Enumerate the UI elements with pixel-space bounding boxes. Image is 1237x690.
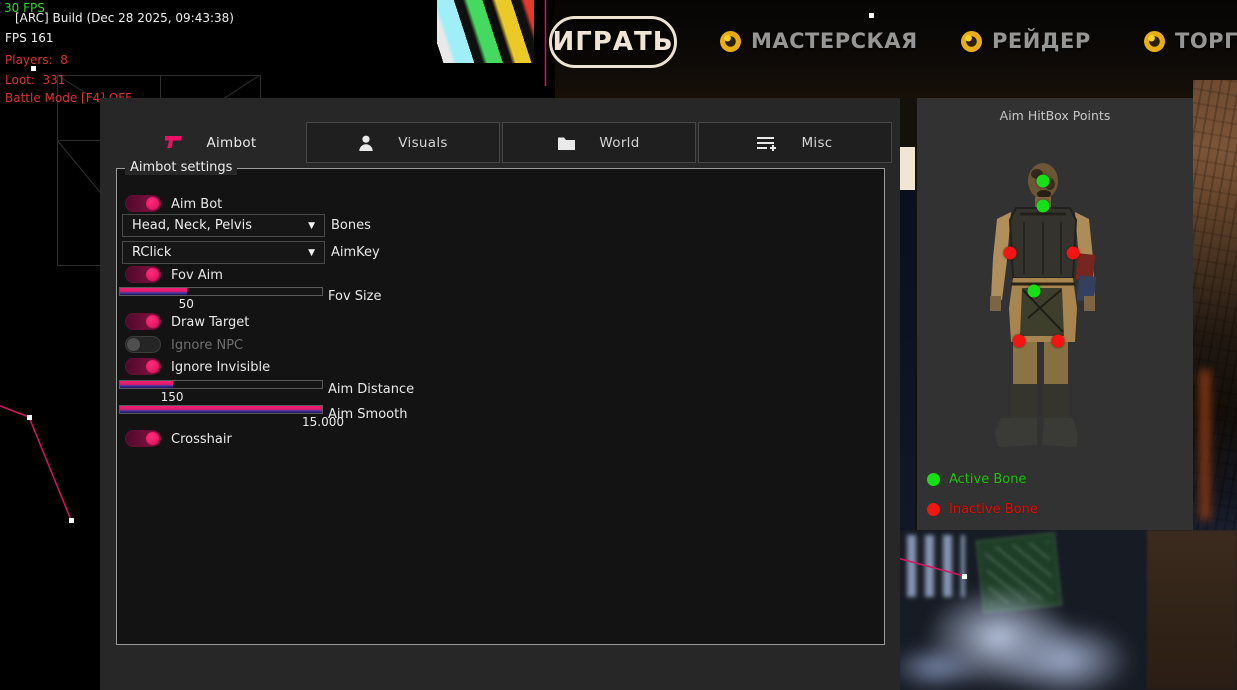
tab-world[interactable]: World bbox=[502, 122, 696, 163]
aimkey-dropdown[interactable]: RClick ▼ bbox=[122, 241, 325, 264]
person-icon bbox=[358, 135, 374, 151]
nav-item-raider[interactable]: РЕЙДЕР bbox=[961, 29, 1091, 53]
aim-smooth-label: Aim Smooth bbox=[328, 407, 407, 422]
menu-rainbow-art bbox=[437, 0, 534, 63]
play-button[interactable]: ИГРАТЬ bbox=[549, 16, 677, 68]
bone-point-right-arm[interactable] bbox=[1067, 247, 1080, 260]
cheat-menu-panel: Aimbot Visuals World Misc Aimbot setting… bbox=[100, 98, 900, 690]
nav-item-label: ТОРГО bbox=[1175, 29, 1237, 53]
hud-players: Players: 8 bbox=[5, 53, 68, 67]
coin-icon bbox=[961, 31, 982, 52]
bones-label: Bones bbox=[331, 218, 371, 233]
aim-bot-label: Aim Bot bbox=[171, 197, 222, 212]
legend-label: Inactive Bone bbox=[949, 502, 1038, 517]
aim-smooth-slider[interactable]: 15.000 bbox=[119, 405, 323, 431]
tab-label: World bbox=[599, 135, 639, 151]
ignore-invisible-label: Ignore Invisible bbox=[171, 360, 270, 375]
toggle-knob bbox=[146, 268, 159, 281]
aimkey-dropdown-value: RClick bbox=[132, 245, 171, 260]
rainbow-stripes bbox=[437, 0, 534, 63]
ignore-npc-label: Ignore NPC bbox=[171, 338, 243, 353]
crosshair-toggle[interactable] bbox=[125, 430, 161, 447]
fov-aim-label: Fov Aim bbox=[171, 268, 223, 283]
tab-label: Aimbot bbox=[206, 135, 256, 151]
nav-item-trade[interactable]: ТОРГО bbox=[1144, 29, 1237, 53]
toggle-knob bbox=[146, 315, 159, 328]
hud-build-info: [ARC] Build (Dec 28 2025, 09:43:38) bbox=[15, 11, 234, 25]
fov-size-value: 50 bbox=[179, 297, 194, 311]
folder-icon bbox=[558, 136, 575, 150]
bone-point-left-arm[interactable] bbox=[1004, 247, 1017, 260]
group-title: Aimbot settings bbox=[125, 160, 237, 175]
draw-target-toggle[interactable] bbox=[125, 313, 161, 330]
legend-inactive-bone: Inactive Bone bbox=[927, 502, 1038, 517]
toggle-knob bbox=[127, 338, 140, 351]
coin-icon bbox=[720, 31, 741, 52]
slider-track[interactable] bbox=[119, 405, 323, 414]
toggle-knob bbox=[146, 197, 159, 210]
chevron-down-icon: ▼ bbox=[308, 221, 315, 231]
draw-target-label: Draw Target bbox=[171, 315, 249, 330]
list-add-icon bbox=[757, 135, 777, 151]
tab-aimbot[interactable]: Aimbot bbox=[116, 122, 306, 163]
bone-point-head[interactable] bbox=[1037, 175, 1050, 188]
aimkey-label: AimKey bbox=[331, 245, 380, 260]
fov-size-slider[interactable]: 50 bbox=[119, 287, 323, 313]
slider-fill bbox=[120, 406, 322, 413]
tab-visuals[interactable]: Visuals bbox=[306, 122, 500, 163]
ignore-npc-toggle[interactable] bbox=[125, 336, 161, 353]
active-bone-dot-icon bbox=[927, 473, 940, 486]
inactive-bone-dot-icon bbox=[927, 503, 940, 516]
crosshair-label: Crosshair bbox=[171, 432, 232, 447]
nav-item-label: РЕЙДЕР bbox=[992, 29, 1091, 53]
bone-point-right-knee[interactable] bbox=[1052, 335, 1065, 348]
nav-item-label: МАСТЕРСКАЯ bbox=[751, 29, 918, 53]
bone-point-neck[interactable] bbox=[1037, 200, 1050, 213]
hud-loot: Loot: 331 bbox=[5, 73, 65, 87]
legend-active-bone: Active Bone bbox=[927, 472, 1026, 487]
slider-fill bbox=[120, 288, 187, 295]
chevron-down-icon: ▼ bbox=[308, 248, 315, 258]
legend-label: Active Bone bbox=[949, 472, 1026, 487]
screen: { "hud": { "fps_counter": "30 FPS", "bui… bbox=[0, 0, 1237, 690]
tab-label: Misc bbox=[801, 135, 832, 151]
aim-bot-toggle[interactable] bbox=[125, 195, 161, 212]
aimbot-settings-group: Aimbot settings Aim Bot Head, Neck, Pelv… bbox=[116, 168, 885, 645]
slider-fill bbox=[120, 381, 173, 388]
ignore-invisible-toggle[interactable] bbox=[125, 358, 161, 375]
hitbox-panel-title: Aim HitBox Points bbox=[917, 108, 1193, 123]
hitbox-panel: Aim HitBox Points bbox=[917, 98, 1193, 530]
aim-distance-slider[interactable]: 150 bbox=[119, 380, 323, 406]
bone-point-left-knee[interactable] bbox=[1013, 335, 1026, 348]
hud-fps: FPS 161 bbox=[5, 31, 53, 45]
fov-aim-toggle[interactable] bbox=[125, 266, 161, 283]
fov-size-label: Fov Size bbox=[328, 289, 381, 304]
slider-track[interactable] bbox=[119, 380, 323, 389]
toggle-knob bbox=[146, 360, 159, 373]
aim-distance-label: Aim Distance bbox=[328, 382, 414, 397]
bone-point-pelvis[interactable] bbox=[1028, 285, 1041, 298]
gun-icon bbox=[165, 136, 182, 149]
tab-label: Visuals bbox=[398, 135, 447, 151]
nav-item-workshop[interactable]: МАСТЕРСКАЯ bbox=[720, 29, 918, 53]
aim-distance-value: 150 bbox=[161, 390, 184, 404]
toggle-knob bbox=[146, 432, 159, 445]
slider-track[interactable] bbox=[119, 287, 323, 296]
coin-icon bbox=[1144, 31, 1165, 52]
bones-dropdown-value: Head, Neck, Pelvis bbox=[132, 218, 252, 233]
tab-misc[interactable]: Misc bbox=[698, 122, 892, 163]
bones-dropdown[interactable]: Head, Neck, Pelvis ▼ bbox=[122, 214, 325, 237]
